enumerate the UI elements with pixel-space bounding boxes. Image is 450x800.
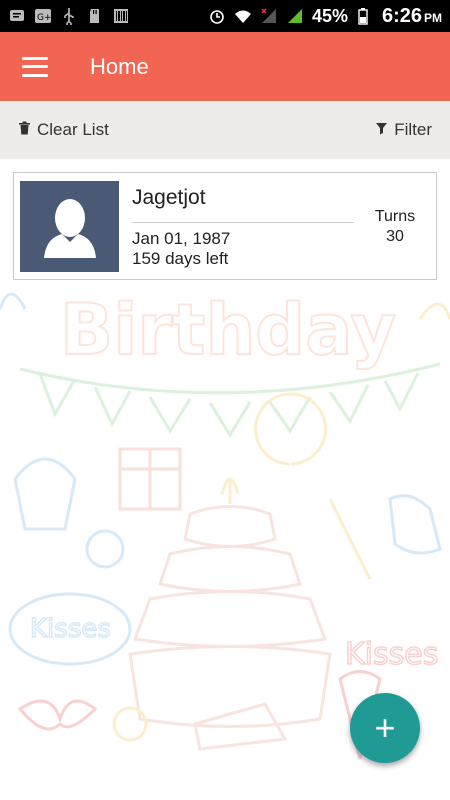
add-birthday-button[interactable]: + [350,693,420,763]
days-left: 159 days left [132,249,229,268]
svg-text:Kisses: Kisses [345,637,438,672]
clock: 6:26 PM [382,5,442,28]
status-left-icons: G+ [8,7,130,25]
google-plus-icon: G+ [34,7,52,25]
wifi-icon [234,7,252,25]
status-bar: G+ 45% 6:26 PM [0,0,450,32]
alarm-icon [208,7,226,25]
clock-ampm: PM [424,10,442,25]
filter-label: Filter [394,120,432,139]
page-title: Home [90,53,149,79]
svg-text:G+: G+ [37,13,52,23]
clear-list-button[interactable]: Clear List [18,120,109,140]
battery-icon [356,7,374,25]
hamburger-menu-icon[interactable] [22,56,48,77]
turns-block: Turns 30 [354,173,436,279]
svg-text:Birthday: Birthday [60,289,396,371]
clear-list-label: Clear List [37,120,109,139]
list-item[interactable]: Jagetjot Jan 01, 1987 159 days left Turn… [13,172,437,280]
signal-icon [286,7,304,25]
battery-percent: 45% [311,5,348,26]
no-signal-icon [260,7,278,25]
birth-date: Jan 01, 1987 [132,229,231,248]
divider [132,222,354,223]
avatar [20,181,119,272]
person-placeholder-icon [43,198,96,258]
app-bar: Home [0,32,450,101]
turns-label: Turns [374,208,416,225]
list-item-info: Jagetjot Jan 01, 1987 159 days left [132,173,354,279]
trash-icon [18,120,31,140]
barcode-icon [112,7,130,25]
sd-card-icon [86,7,104,25]
person-name: Jagetjot [132,186,206,209]
status-right-icons: 45% 6:26 PM [208,5,442,28]
list-toolbar: Clear List Filter [0,101,450,159]
usb-icon [60,7,78,25]
filter-icon [375,120,388,140]
clock-time: 6:26 [381,4,422,27]
message-icon [8,7,26,25]
turns-value: 30 [386,228,404,245]
svg-text:Kisses: Kisses [30,614,111,644]
plus-icon: + [374,707,396,748]
filter-button[interactable]: Filter [375,120,432,140]
